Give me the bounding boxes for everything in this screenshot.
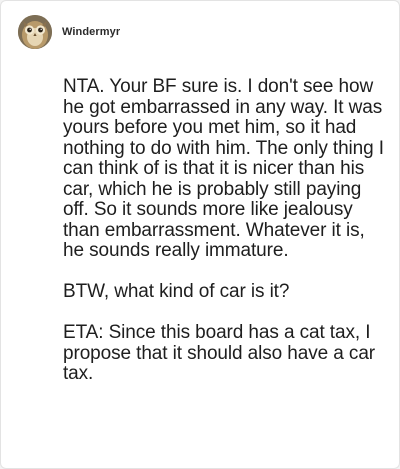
- comment-card: Windermyr NTA. Your BF sure is. I don't …: [0, 0, 400, 469]
- author-username[interactable]: Windermyr: [62, 26, 120, 38]
- owl-avatar-icon[interactable]: [18, 15, 52, 49]
- comment-paragraph: ETA: Since this board has a cat tax, I p…: [63, 322, 376, 384]
- comment-body: NTA. Your BF sure is. I don't see how he…: [63, 76, 385, 385]
- comment-paragraph: BTW, what kind of car is it?: [63, 281, 290, 302]
- comment-paragraph: NTA. Your BF sure is. I don't see how he…: [63, 76, 384, 261]
- comment-header: Windermyr: [18, 15, 120, 49]
